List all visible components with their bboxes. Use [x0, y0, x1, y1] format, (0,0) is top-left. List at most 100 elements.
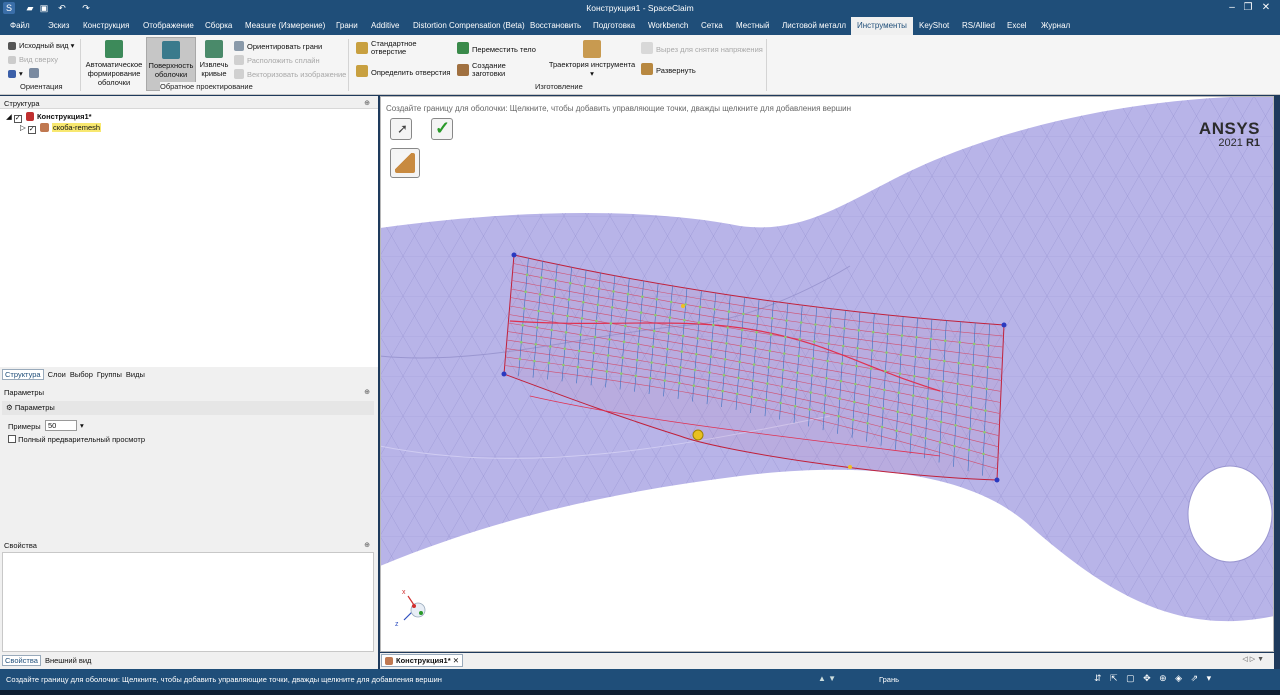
tab-layers[interactable]: Слои [48, 370, 66, 379]
grid-node [580, 317, 584, 320]
tab-sheet-metal[interactable]: Листовой металл [782, 17, 846, 35]
view-tools-icon [28, 68, 39, 78]
move-body-button[interactable]: Переместить тело [457, 42, 536, 54]
auto-skin-button[interactable]: Автоматическое формирование оболочки [84, 37, 144, 87]
view-cube-button[interactable]: ▾ [8, 68, 42, 78]
place-spline-button[interactable]: Расположить сплайн [234, 55, 320, 65]
axis-x-label: x [402, 589, 406, 596]
extract-curves-button[interactable]: Извлечь кривые [198, 37, 230, 78]
home-view-button[interactable]: Исходный вид ▾ [8, 41, 74, 50]
tab-appearance[interactable]: Внешний вид [45, 656, 92, 665]
select-arrow-button[interactable]: ➚ [390, 118, 412, 140]
tree-root[interactable]: ◢ ✓ Конструкция1* [6, 112, 92, 123]
visibility-checkbox[interactable]: ✓ [27, 126, 36, 134]
samples-field[interactable]: 50 [45, 420, 77, 431]
control-point[interactable] [692, 429, 704, 441]
tab-faces[interactable]: Грани [336, 17, 358, 35]
tab-views[interactable]: Виды [126, 370, 145, 379]
control-point[interactable] [848, 465, 852, 469]
tab-keyshot[interactable]: KeyShot [919, 17, 949, 35]
orient-faces-button[interactable]: Ориентировать грани [234, 41, 322, 51]
control-vertex[interactable] [511, 252, 517, 258]
tool-path-button[interactable]: Траектория инструмента ▾ [546, 37, 638, 78]
tab-measure[interactable]: Measure (Измерение) [245, 17, 325, 35]
selection-filter[interactable]: Грань [879, 675, 899, 684]
restore-icon[interactable]: ❐ [1238, 0, 1258, 17]
grid-node [953, 444, 956, 448]
grid-node [549, 345, 552, 348]
tab-file[interactable]: Файл [10, 17, 30, 35]
tab-selection[interactable]: Выбор [70, 370, 93, 379]
vectorize-image-button[interactable]: Векторизовать изображение [234, 69, 346, 79]
tab-excel[interactable]: Excel [1007, 17, 1027, 35]
cube-icon [8, 70, 16, 78]
grid-node [550, 328, 553, 332]
grid-node [681, 334, 685, 338]
grid-node [663, 379, 667, 382]
grid-node [987, 344, 990, 347]
select-boundary-button[interactable] [390, 148, 420, 178]
control-vertex[interactable] [994, 477, 1000, 483]
pin-icon[interactable]: ⊕ [364, 540, 370, 551]
pin-icon[interactable]: ⊕ [364, 387, 370, 398]
complete-button[interactable]: ✓ [431, 118, 453, 140]
grid-node [654, 313, 657, 317]
relief-cut-button[interactable]: Вырез для снятия напряжения [641, 42, 763, 54]
grid-node [518, 357, 522, 361]
grid-node [605, 370, 609, 373]
grid-node [926, 397, 929, 400]
tab-groups[interactable]: Группы [97, 370, 122, 379]
tab-structure[interactable]: Структура [2, 369, 44, 380]
close-icon[interactable]: ✕ [1256, 0, 1276, 17]
close-tab-icon[interactable]: ✕ [453, 656, 459, 665]
tab-repair[interactable]: Восстановить [530, 17, 581, 35]
tree-item-body[interactable]: ▷ ✓ скоба-remesh [20, 123, 102, 134]
tab-mesh[interactable]: Сетка [701, 17, 723, 35]
visibility-checkbox[interactable]: ✓ [13, 115, 22, 123]
standard-hole-button[interactable]: Стандартное отверстие [356, 40, 423, 56]
full-preview-checkbox[interactable]: Полный предварительный просмотр [8, 435, 145, 444]
ribbon-tabs: Файл Эскиз Конструкция Отображение Сборк… [0, 17, 1280, 35]
home-icon [8, 42, 16, 50]
graphics-viewport[interactable]: ➚ ✓ Создайте границу для оболочки: Щелкн… [380, 96, 1274, 652]
status-toolbar[interactable]: ⇵ ⇱ ▢ ✥ ⊕ ◈ ⇗ ▾ [1094, 673, 1214, 684]
identify-holes-button[interactable]: Определить отверстия [356, 65, 450, 77]
tab-local[interactable]: Местный [736, 17, 770, 35]
tab-design[interactable]: Конструкция [83, 17, 129, 35]
pin-icon[interactable]: ⊕ [364, 98, 370, 109]
tab-workbench[interactable]: Workbench [648, 17, 688, 35]
grid-node [726, 326, 729, 329]
top-view-button[interactable]: Вид сверху [8, 55, 58, 64]
gear-icon: ⚙ [6, 403, 13, 412]
tab-journal[interactable]: Журнал [1041, 17, 1070, 35]
tab-prepare[interactable]: Подготовка [593, 17, 635, 35]
create-stock-button[interactable]: Создание заготовки [457, 62, 512, 78]
status-arrows[interactable]: ▲ ▼ [818, 674, 836, 683]
tab-additive[interactable]: Additive [371, 17, 399, 35]
control-vertex[interactable] [501, 371, 507, 377]
tab-tools[interactable]: Инструменты [851, 17, 913, 35]
doc-tab[interactable]: Конструкция1* ✕ [381, 654, 464, 667]
tab-display[interactable]: Отображение [143, 17, 194, 35]
control-vertex[interactable] [1001, 322, 1007, 328]
grid-node [740, 328, 744, 332]
mesh-scene[interactable] [380, 96, 1274, 652]
grid-node [826, 359, 829, 363]
grid-node [577, 349, 581, 353]
tab-rs-allied[interactable]: RS/Allied [962, 17, 995, 35]
samples-dropdown-arrow[interactable]: ▾ [80, 421, 84, 430]
tab-assembly[interactable]: Сборка [205, 17, 232, 35]
identify-holes-icon [356, 65, 368, 77]
grid-node [779, 401, 782, 405]
control-point[interactable] [681, 304, 685, 308]
tab-distortion[interactable]: Distortion Compensation (Beta) [413, 17, 525, 35]
tab-scroll-arrows[interactable]: ◁ ▷ ▼ [1242, 655, 1264, 663]
grid-node [956, 382, 959, 386]
grid-node [664, 363, 668, 367]
tool-path-icon [583, 40, 601, 58]
tab-sketch[interactable]: Эскиз [48, 17, 69, 35]
unfold-button[interactable]: Развернуть [641, 63, 696, 75]
tab-properties[interactable]: Свойства [2, 655, 41, 666]
grid-node [985, 387, 988, 391]
grid-node [766, 382, 769, 385]
